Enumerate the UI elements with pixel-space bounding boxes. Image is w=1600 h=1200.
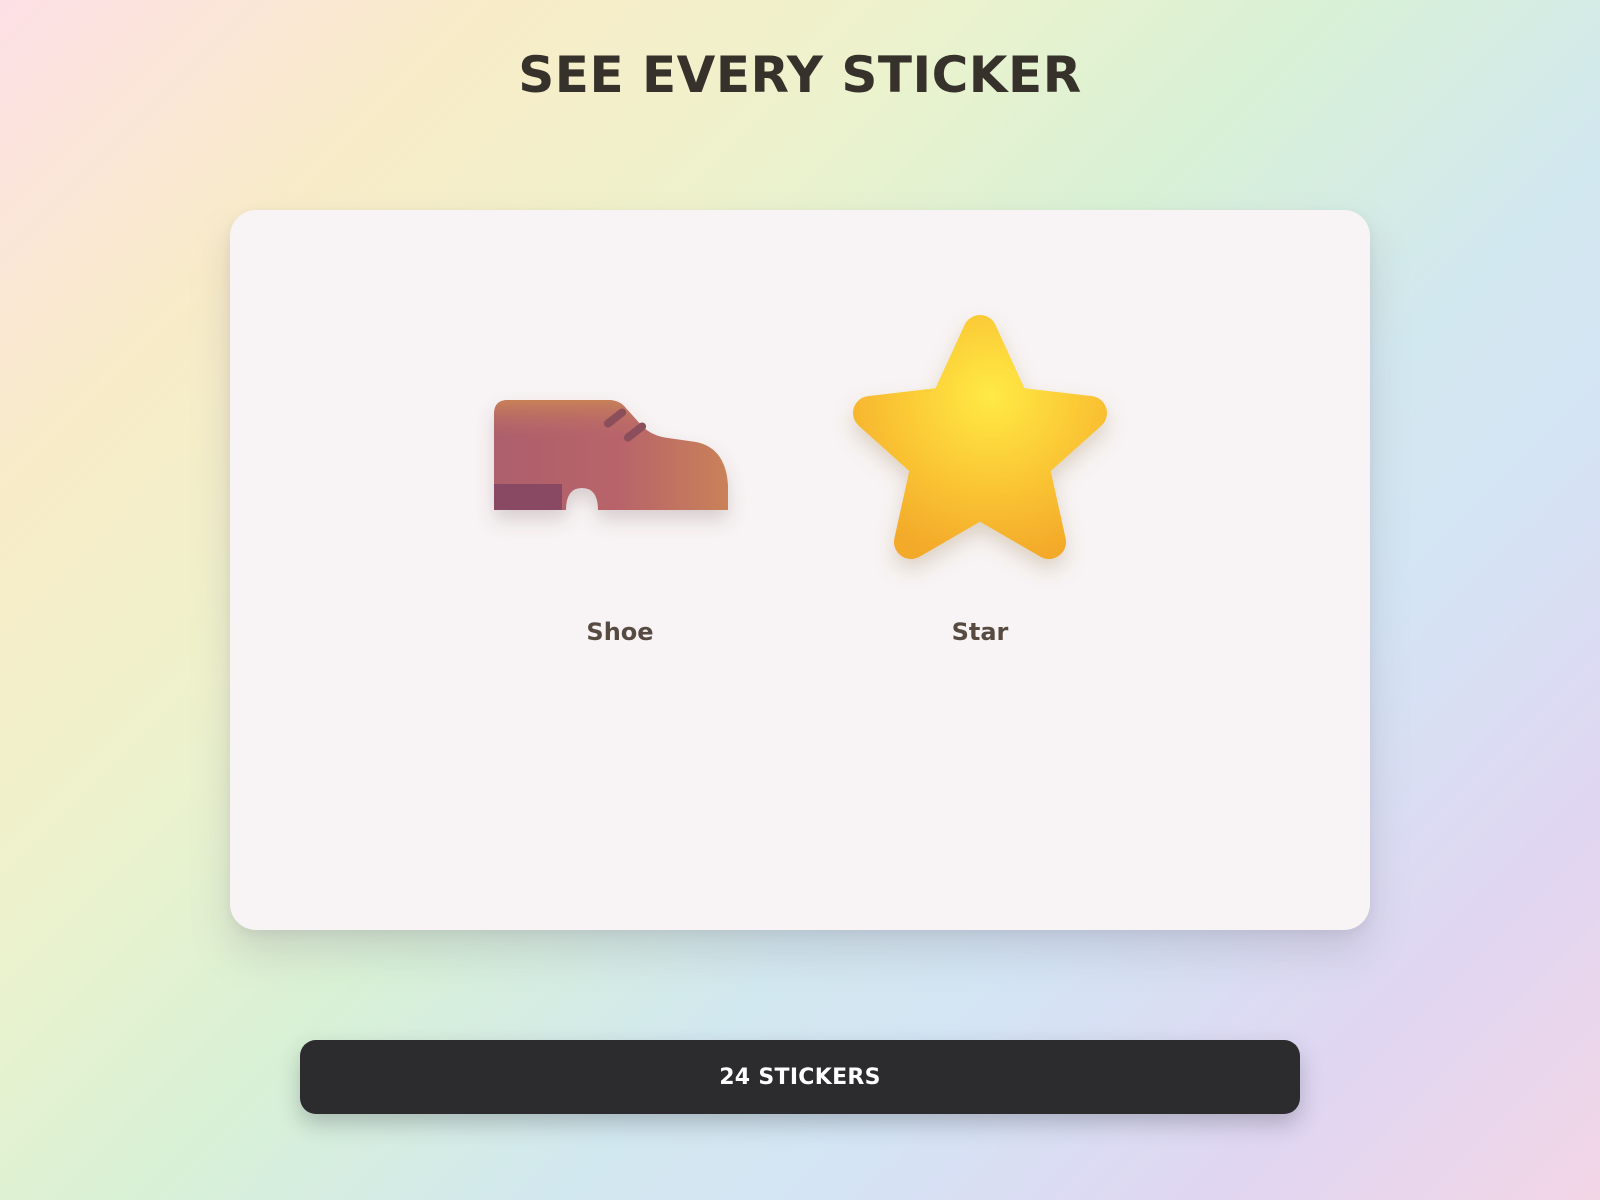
shoe-icon — [494, 400, 728, 510]
sticker-count-button[interactable]: 24 STICKERS — [300, 1040, 1300, 1114]
sticker-label-shoe: Shoe — [586, 618, 654, 646]
sticker-item-star[interactable]: Star — [850, 315, 1110, 658]
sticker-label-star: Star — [951, 618, 1009, 646]
page-title: SEE EVERY STICKER — [518, 46, 1082, 104]
star-icon — [853, 315, 1107, 559]
sticker-card: Shoe Star — [230, 210, 1370, 930]
sticker-item-shoe[interactable]: Shoe — [490, 318, 750, 658]
